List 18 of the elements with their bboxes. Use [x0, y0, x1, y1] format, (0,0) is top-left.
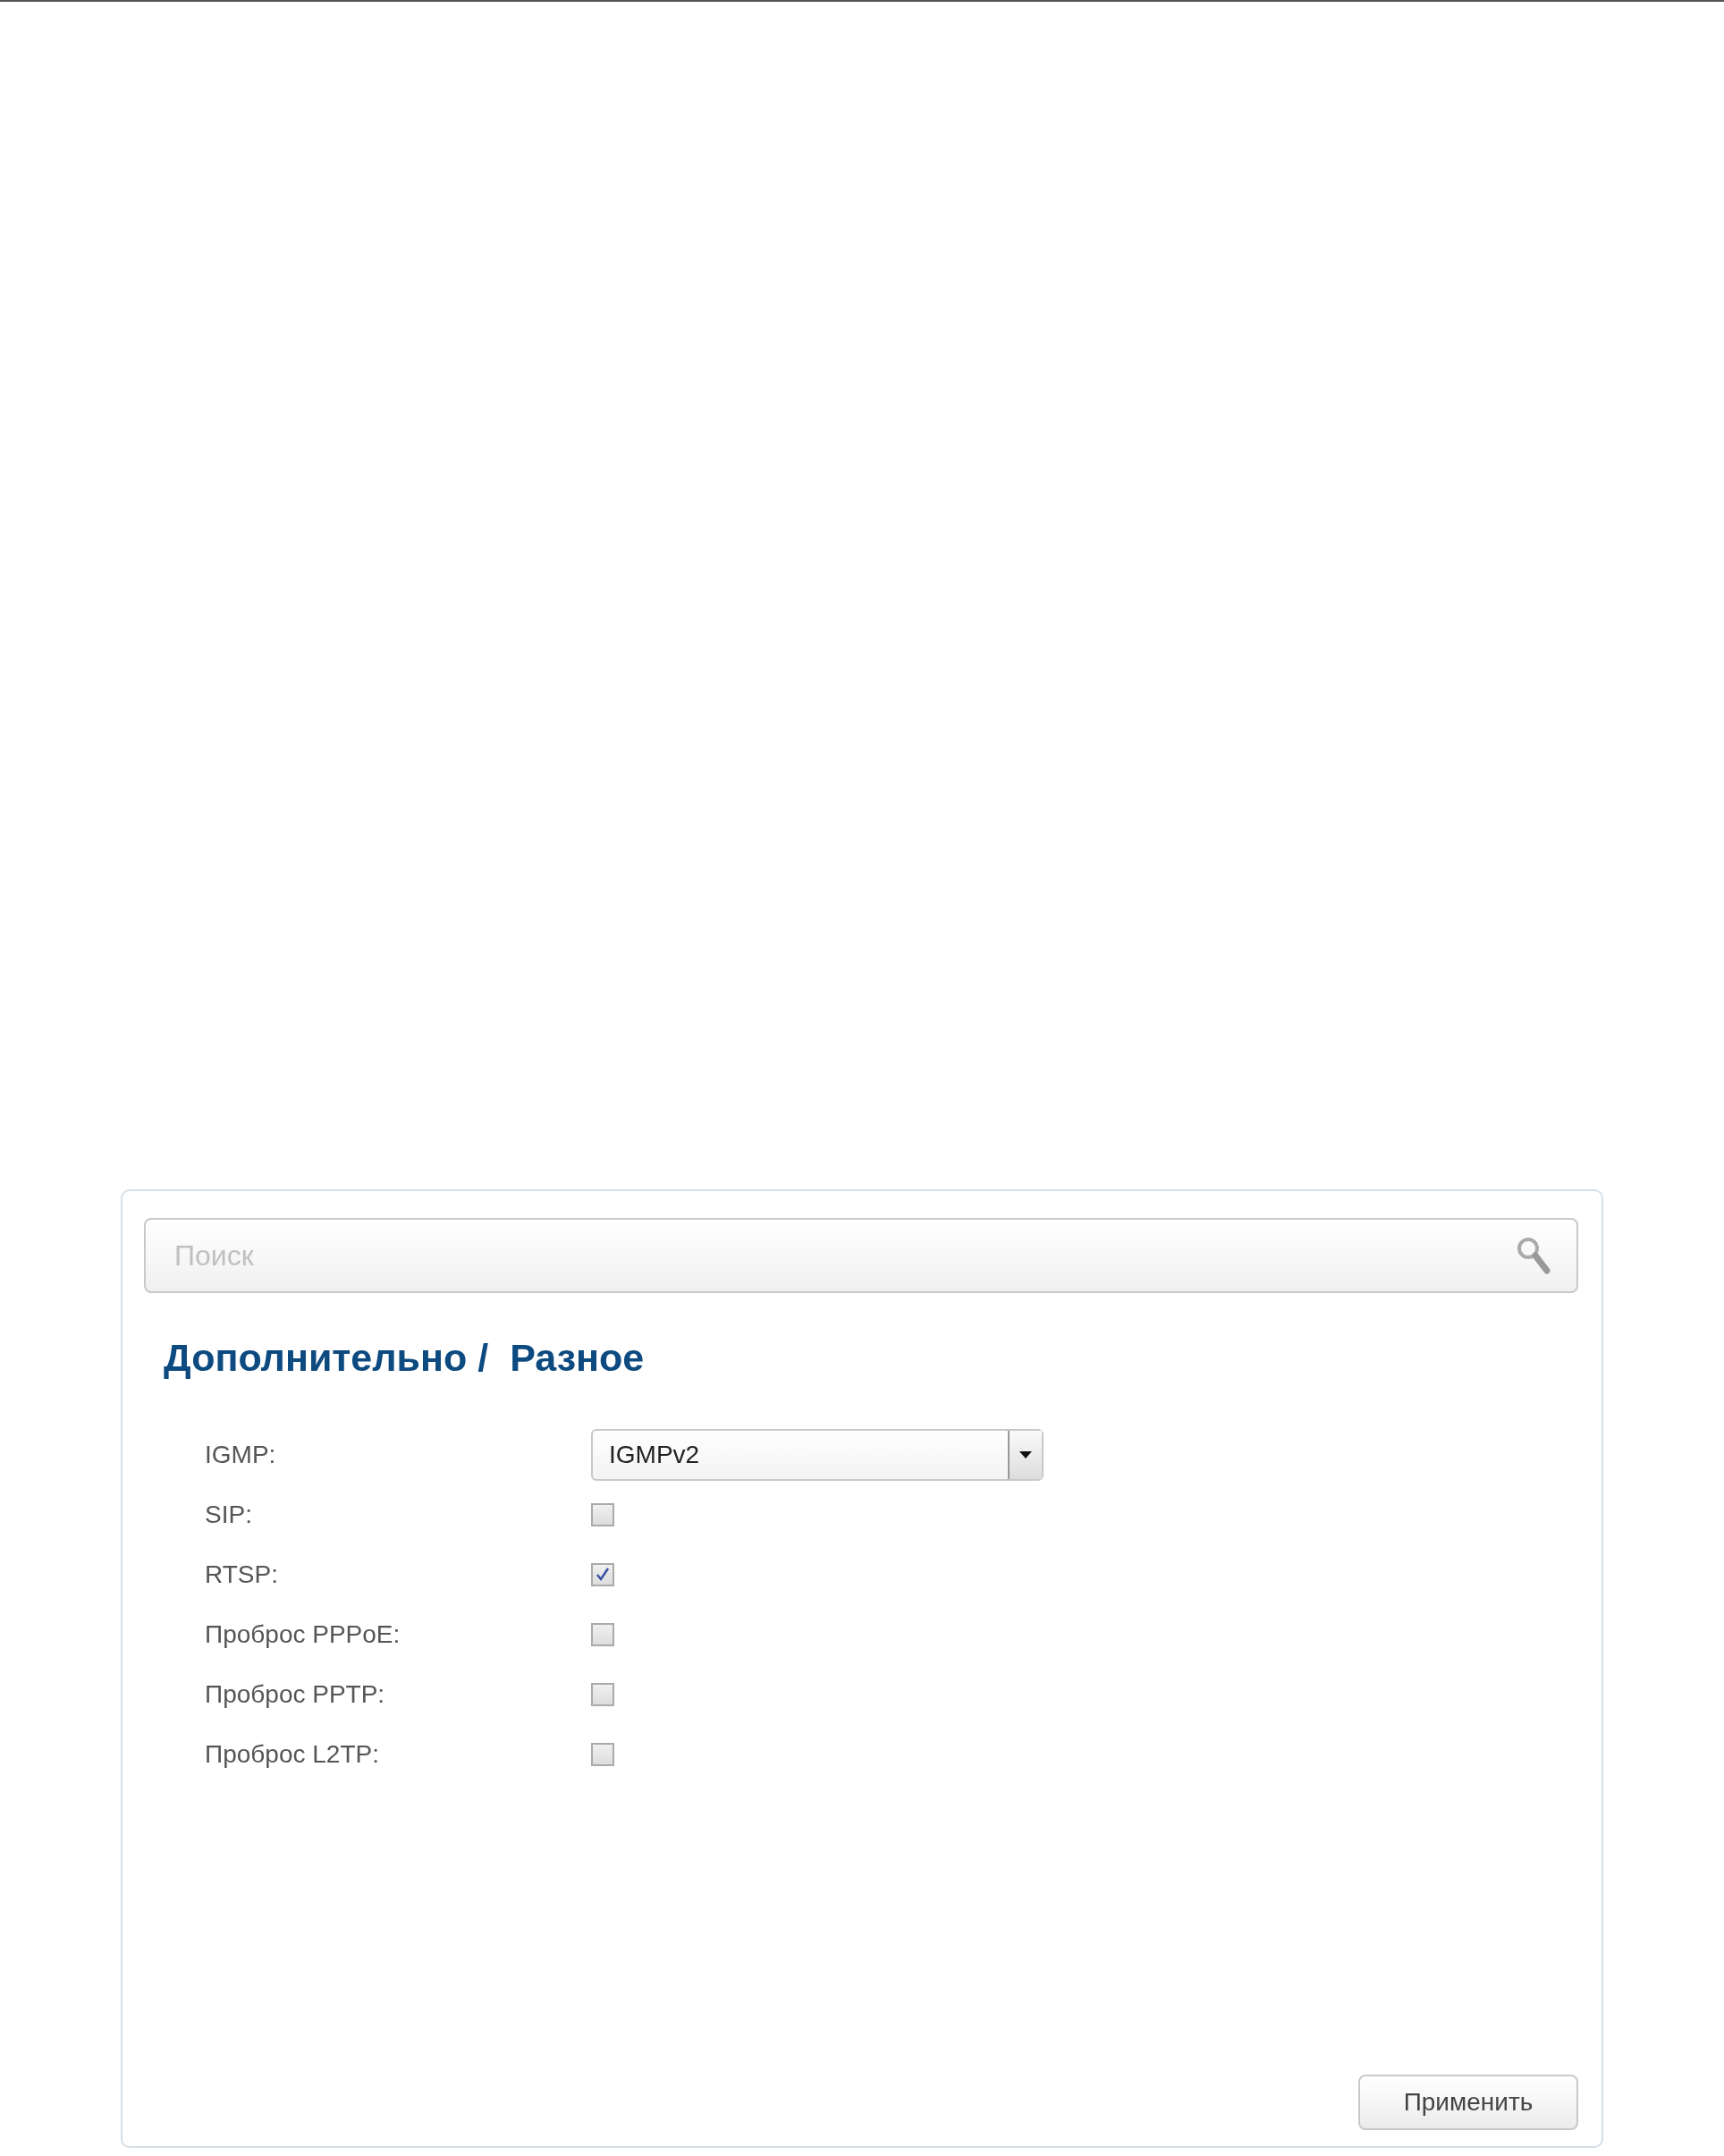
field-label: RTSP: [205, 1560, 279, 1589]
field-label: SIP: [205, 1500, 253, 1529]
field-label: Проброс PPTP: [205, 1679, 386, 1709]
apply-button[interactable]: Применить [1358, 2075, 1578, 2130]
breadcrumb-section[interactable]: Дополнительно / [164, 1336, 489, 1380]
checkbox[interactable] [591, 1682, 614, 1706]
search-icon [1516, 1236, 1551, 1275]
field-label: Проброс PPPoE: [205, 1619, 401, 1649]
checkbox[interactable] [591, 1502, 614, 1526]
page-title: Разное [510, 1336, 645, 1380]
checkbox[interactable] [591, 1742, 614, 1766]
search-field[interactable]: Поиск [144, 1218, 1578, 1293]
field-label: Проброс L2TP: [205, 1739, 380, 1769]
caret-icon [1019, 1450, 1032, 1458]
field-label: IGMP: [205, 1440, 277, 1469]
checkbox[interactable] [591, 1562, 614, 1586]
checkbox[interactable] [591, 1622, 614, 1646]
igmp-dropdown[interactable]: IGMPv2 [591, 1428, 1044, 1481]
